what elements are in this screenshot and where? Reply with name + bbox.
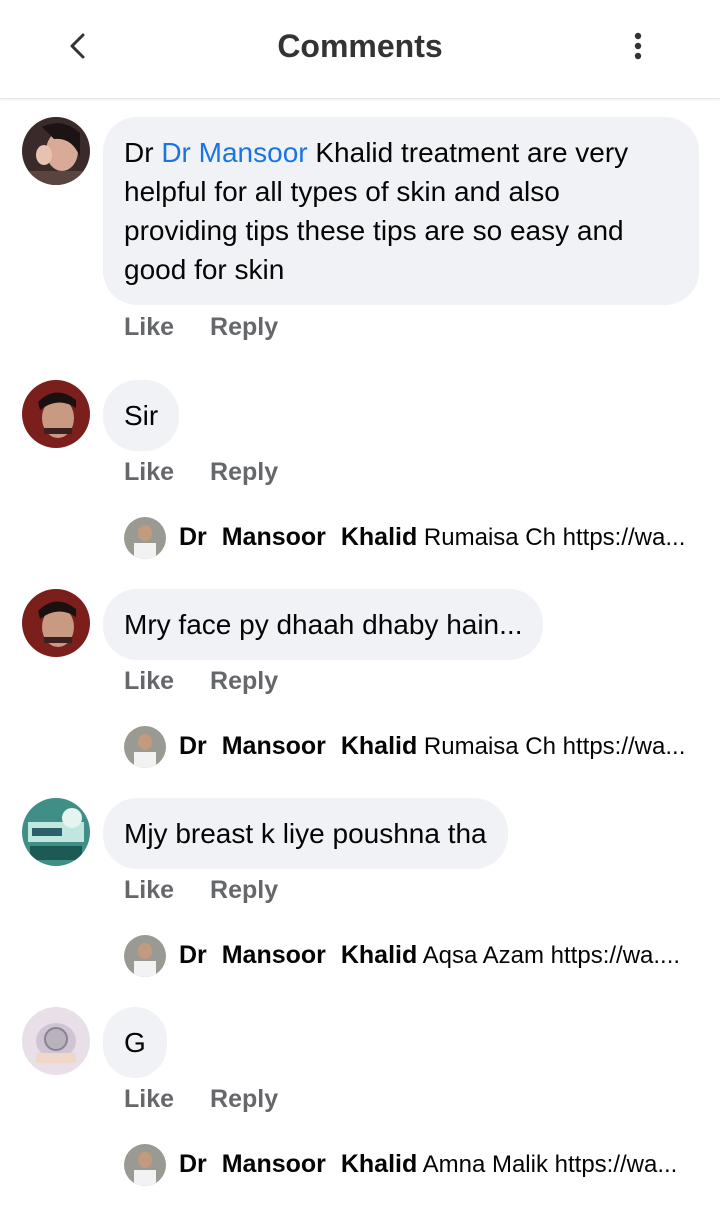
reply-author-name[interactable]: Dr Mansoor Khalid <box>179 523 417 551</box>
comment-text: Mjy breast k liye poushna tha <box>124 818 487 849</box>
comment-bubble: Sir <box>103 380 180 451</box>
comment-actions: Like Reply <box>124 458 278 487</box>
comment-text-prefix: Dr <box>124 137 162 168</box>
page-title: Comments <box>277 28 443 64</box>
avatar <box>124 517 166 559</box>
reply-author-name[interactable]: Dr Mansoor Khalid <box>179 1150 417 1178</box>
avatar[interactable] <box>22 1007 90 1075</box>
reply-preview[interactable]: Dr Mansoor Khalid Amna Malik https://wa.… <box>0 1144 720 1188</box>
more-options-button[interactable] <box>618 26 658 66</box>
reply-button[interactable]: Reply <box>210 1085 278 1114</box>
avatar <box>124 935 166 977</box>
avatar <box>124 1144 166 1186</box>
like-button[interactable]: Like <box>124 876 174 905</box>
avatar[interactable] <box>22 798 90 866</box>
comment-bubble: Mjy breast k liye poushna tha <box>103 798 508 869</box>
reply-preview[interactable]: Dr Mansoor Khalid Rumaisa Ch https://wa.… <box>0 726 720 770</box>
reply-preview[interactable]: Dr Mansoor Khalid Aqsa Azam https://wa..… <box>0 935 720 979</box>
comment-text: G <box>124 1027 146 1058</box>
reply-author-name[interactable]: Dr Mansoor Khalid <box>179 732 417 760</box>
reply-button[interactable]: Reply <box>210 667 278 696</box>
comment-bubble: Mry face py dhaah dhaby hain... <box>103 589 544 660</box>
reply-button[interactable]: Reply <box>210 313 278 342</box>
comment-actions: Like Reply <box>124 667 278 696</box>
comment-actions: Like Reply <box>124 876 278 905</box>
comment-bubble: Dr Dr Mansoor Khalid treatment are very … <box>103 117 699 305</box>
reply-text: Rumaisa Ch https://wa... <box>423 733 686 760</box>
reply-text: Aqsa Azam https://wa.... <box>422 942 681 969</box>
avatar[interactable] <box>22 589 90 657</box>
comment-bubble: G <box>103 1007 167 1078</box>
reply-button[interactable]: Reply <box>210 458 278 487</box>
reply-author-name[interactable]: Dr Mansoor Khalid <box>179 941 417 969</box>
avatar[interactable] <box>22 117 90 185</box>
comment-actions: Like Reply <box>124 313 278 342</box>
mention-link[interactable]: Dr Mansoor <box>161 137 307 168</box>
reply-button[interactable]: Reply <box>210 876 278 905</box>
reply-text: Amna Malik https://wa... <box>422 1151 678 1178</box>
reply-text: Rumaisa Ch https://wa... <box>423 524 686 551</box>
comment-text: Sir <box>124 400 159 431</box>
like-button[interactable]: Like <box>124 667 174 696</box>
like-button[interactable]: Like <box>124 458 174 487</box>
more-vertical-icon <box>634 32 642 60</box>
comment-actions: Like Reply <box>124 1085 278 1114</box>
top-app-bar: Comments <box>0 0 720 99</box>
comment-text: Mry face py dhaah dhaby hain... <box>124 609 523 640</box>
like-button[interactable]: Like <box>124 1085 174 1114</box>
like-button[interactable]: Like <box>124 313 174 342</box>
avatar[interactable] <box>22 380 90 448</box>
reply-preview[interactable]: Dr Mansoor Khalid Rumaisa Ch https://wa.… <box>0 517 720 561</box>
avatar <box>124 726 166 768</box>
